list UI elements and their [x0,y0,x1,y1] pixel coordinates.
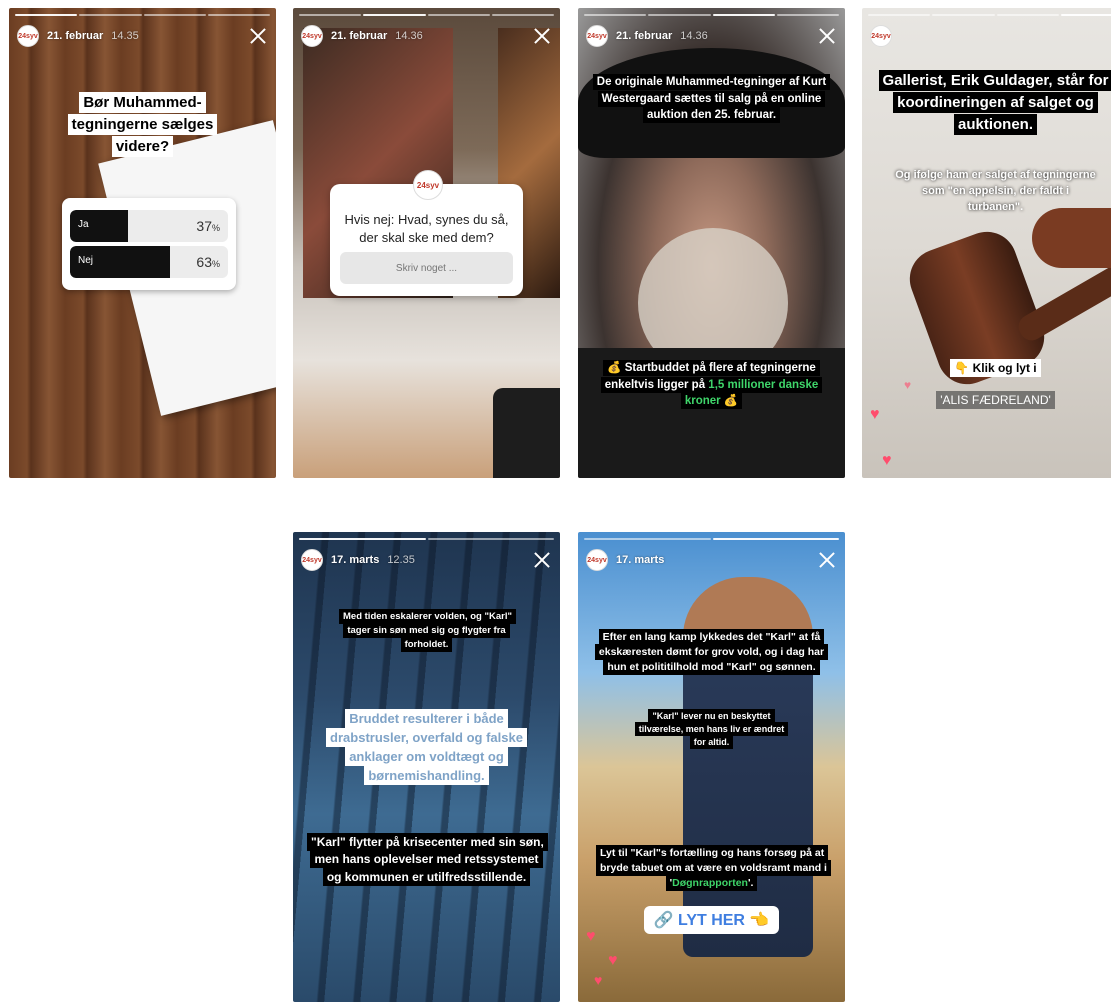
bench-image [493,388,560,478]
heart-icon: ♥ [904,378,912,392]
avatar[interactable]: 24syv [17,25,39,47]
question-sticker: 24syv Hvis nej: Hvad, synes du så, der s… [330,170,523,296]
caption-highlight: Døgnrapporten [672,877,748,890]
percent-sign: % [211,259,220,269]
poll-option-percent: 37% [196,218,220,234]
story-date: 21. februar [47,30,104,42]
story-progress [584,538,839,540]
avatar[interactable]: 24syv [586,549,608,571]
story-time: 14.35 [111,30,139,42]
avatar[interactable]: 24syv [301,25,323,47]
close-icon[interactable] [817,550,837,570]
poll-option-label: Ja [78,219,89,230]
close-icon[interactable] [532,550,552,570]
story-date: 17. marts [616,554,665,566]
story-date: 21. februar [331,30,388,42]
heart-icon: ♥ [608,952,618,969]
story-time: 14.36 [395,30,423,42]
story-progress [15,14,270,16]
poll-option-label: Nej [78,255,94,266]
poll-option-ja[interactable]: Ja 37% [70,210,228,242]
story-time: 14.36 [680,30,708,42]
percent-sign: % [211,223,220,233]
caption-bottom: "Karl" flytter på krisecenter med sin sø… [307,833,548,886]
caption-top: Efter en lang kamp lykkedes det "Karl" a… [594,629,829,676]
avatar[interactable]: 24syv [870,25,892,47]
story-progress [584,14,839,16]
sticker-logo: 24syv [413,170,443,200]
close-icon[interactable] [532,26,552,46]
story-karl-escape[interactable]: 24syv 17. marts 12.35 Med tiden eskalere… [293,532,560,1002]
caption-top: De originale Muhammed-tegninger af Kurt … [592,74,831,124]
story-poll[interactable]: 24syv 21. februar 14.35 Bør Muhammed-teg… [9,8,276,478]
listen-link-button[interactable]: 🔗 LYT HER 👈 [643,906,780,934]
story-karl-listen[interactable]: 24syv 17. marts Efter en lang kamp lykke… [578,532,845,1002]
question-answer-input[interactable] [340,252,513,284]
story-gallerist[interactable]: 24syv Gallerist, Erik Guldager, står for… [862,8,1111,478]
story-date: 17. marts [331,554,380,566]
story-time: 12.35 [387,554,415,566]
story-auction-announcement[interactable]: 24syv 21. februar 14.36 De originale Muh… [578,8,845,478]
caption-mid: "Karl" lever nu en beskyttet tilværelse,… [634,709,789,750]
story-date: 21. februar [616,30,673,42]
story-progress [868,14,1111,16]
poll-percent-value: 63 [196,254,212,270]
program-name: 'ALIS FÆDRELAND' [936,391,1055,409]
heart-icon: ♥ [586,928,596,945]
poll-option-nej[interactable]: Nej 63% [70,246,228,278]
close-icon[interactable] [817,26,837,46]
poll-option-percent: 63% [196,254,220,270]
question-text: Hvis nej: Hvad, synes du så, der skal sk… [344,212,509,246]
heart-icon: ♥ [870,406,880,423]
caption-bottom: Lyt til "Karl"s fortælling og hans forsø… [596,845,831,892]
story-progress [299,538,554,540]
story-progress [299,14,554,16]
caption-mid: Bruddet resulterer i både drabstrusler, … [326,709,527,785]
caption-text: 💰 [720,395,739,408]
gavel-block-image [1032,208,1111,268]
story-question[interactable]: 24syv 21. februar 14.36 24syv Hvis nej: … [293,8,560,478]
cta-text: 👇 Klik og lyt i [950,359,1041,377]
heart-icon: ♥ [594,972,603,988]
caption-text: '. [747,877,754,890]
caption-top: Gallerist, Erik Guldager, står for koord… [878,70,1111,135]
avatar[interactable]: 24syv [301,549,323,571]
caption-top: Med tiden eskalerer volden, og "Karl" ta… [339,609,516,652]
caption-bottom: 💰 Startbuddet på flere af tegningerne en… [600,360,823,410]
heart-icon: ♥ [882,452,892,469]
close-icon[interactable] [248,26,268,46]
poll-percent-value: 37 [196,218,212,234]
avatar[interactable]: 24syv [586,25,608,47]
poll-sticker: Ja 37% Nej 63% [62,198,236,290]
caption-mid: Og ifølge ham er salget af tegningerne s… [895,169,1096,213]
poll-question: Bør Muhammed-tegningerne sælges videre? [67,92,218,157]
